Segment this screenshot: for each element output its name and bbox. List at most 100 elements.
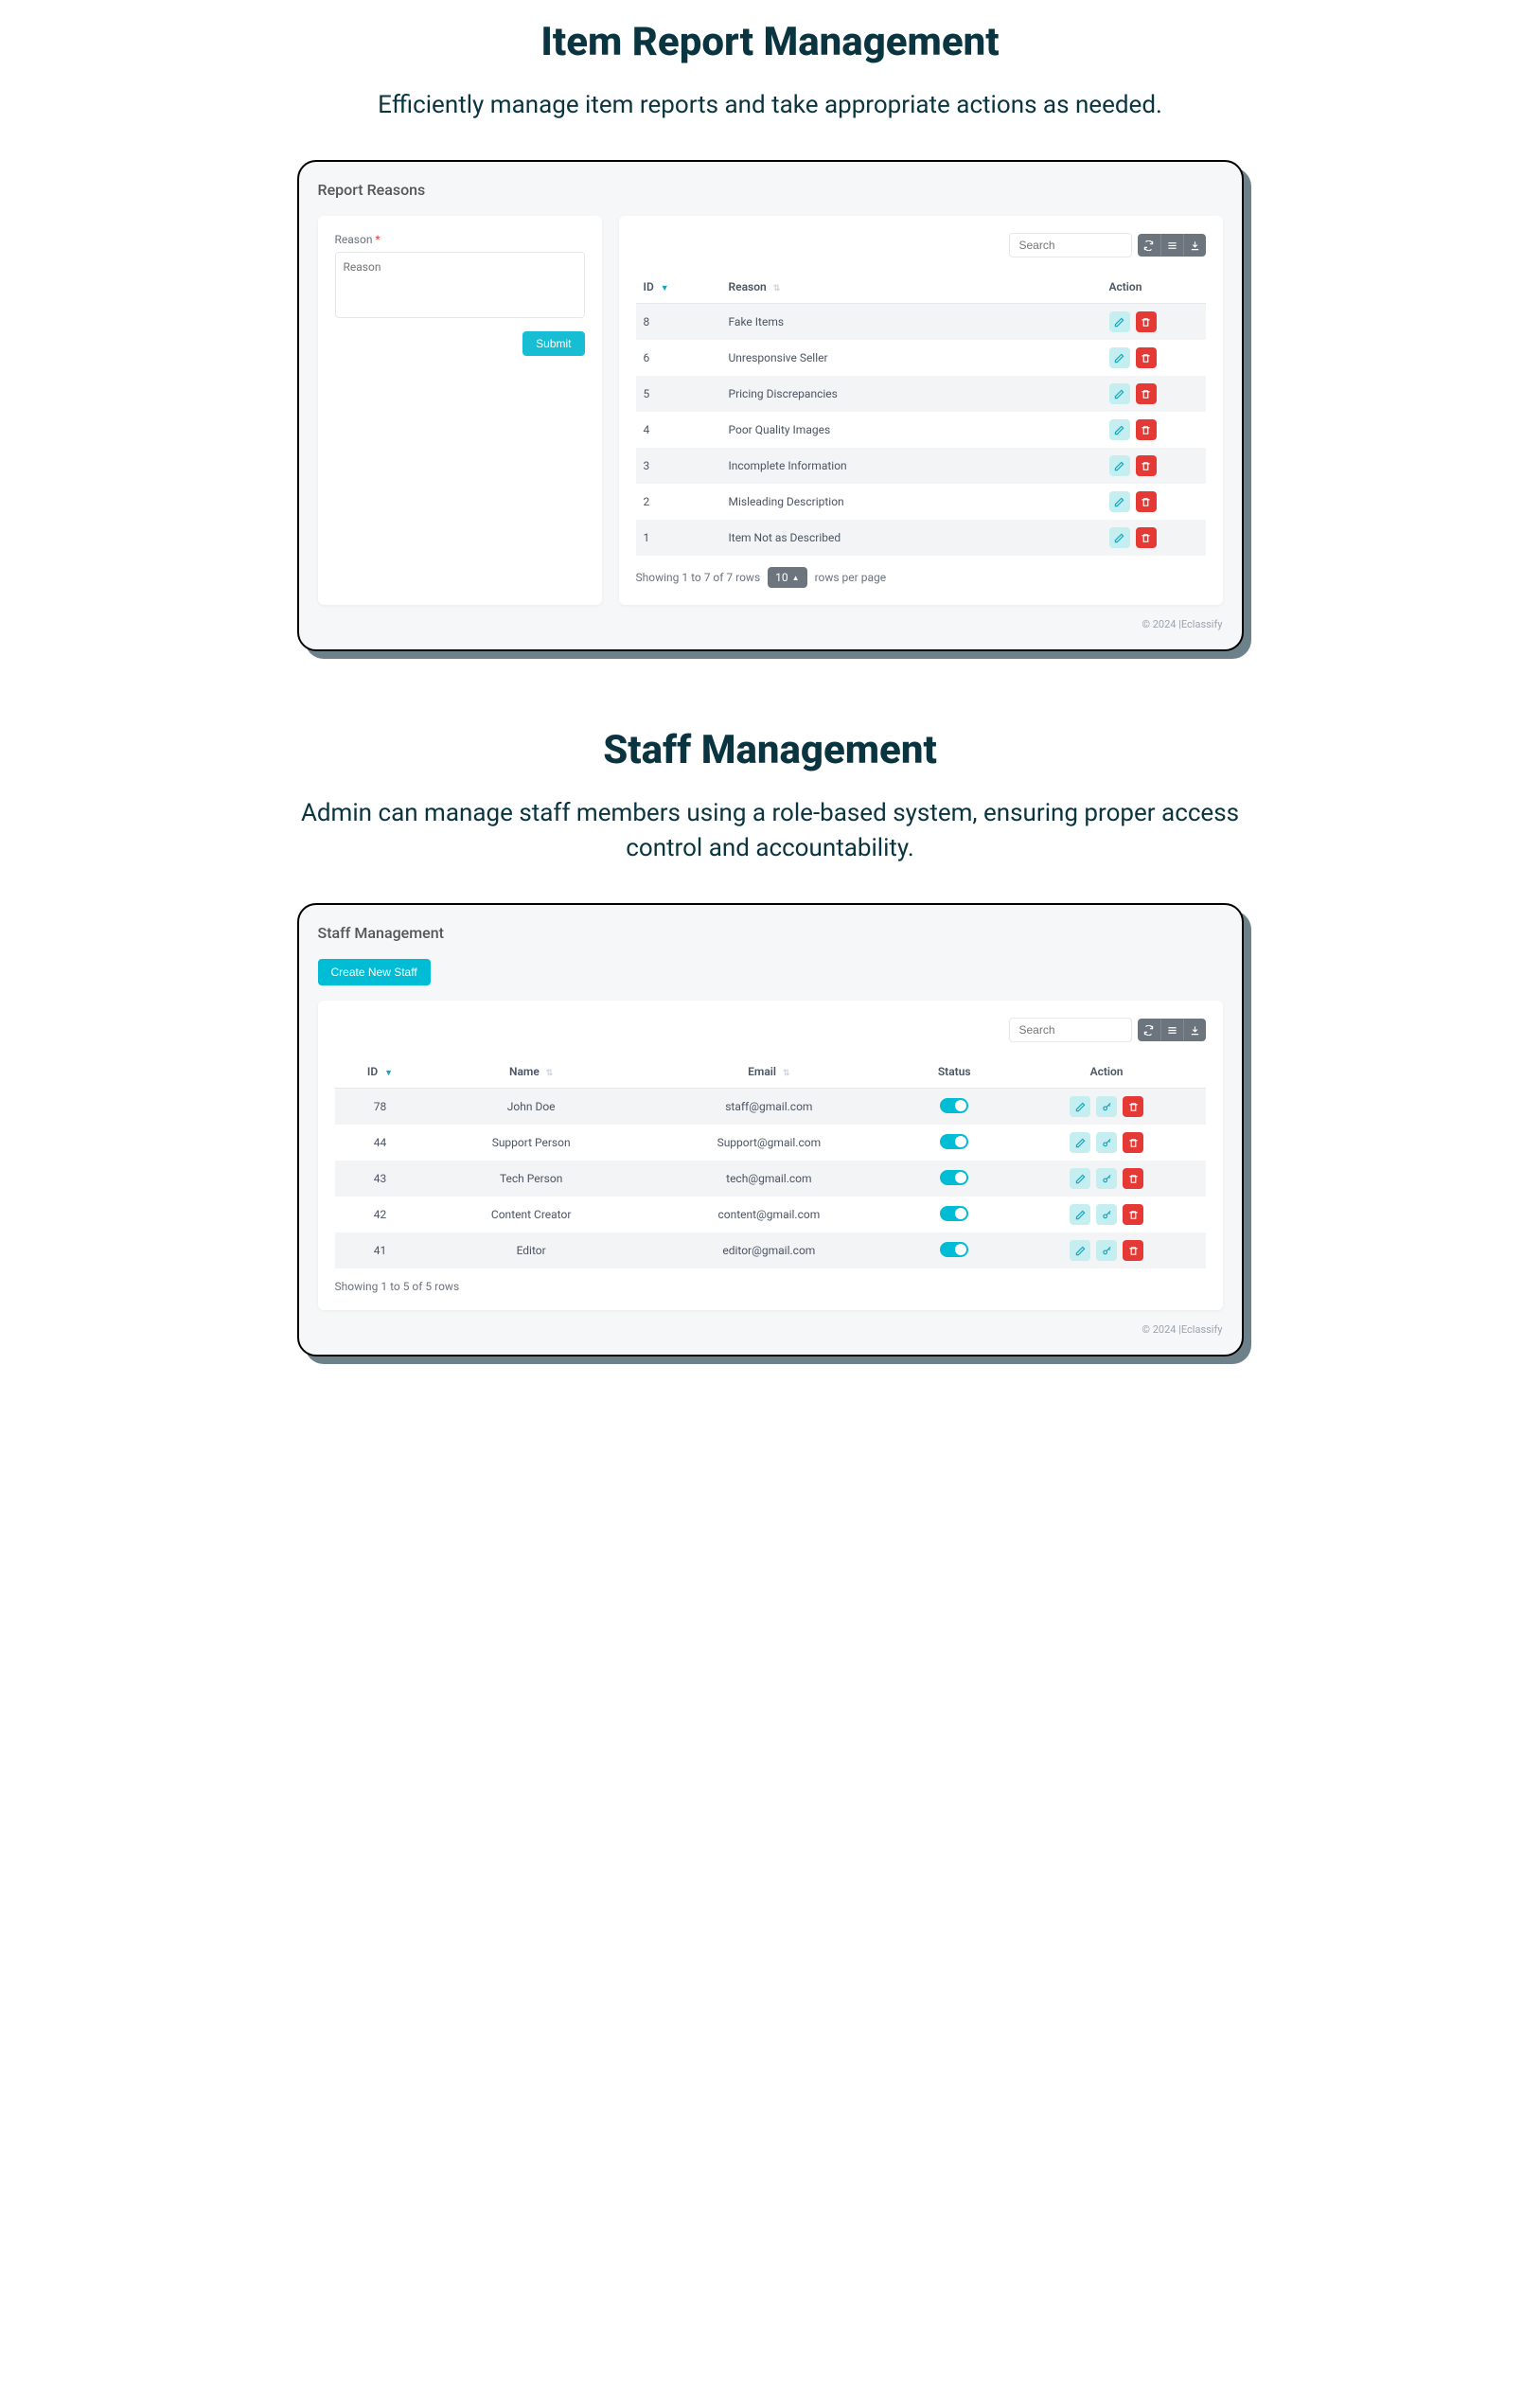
delete-icon[interactable] bbox=[1123, 1132, 1143, 1153]
key-icon[interactable] bbox=[1096, 1240, 1117, 1261]
delete-icon[interactable] bbox=[1123, 1204, 1143, 1225]
sort-icon: ⇅ bbox=[773, 284, 781, 293]
key-icon[interactable] bbox=[1096, 1168, 1117, 1189]
edit-icon[interactable] bbox=[1070, 1096, 1090, 1117]
sort-icon: ⇅ bbox=[546, 1069, 554, 1078]
table-row: 44 Support Person Support@gmail.com bbox=[335, 1125, 1206, 1161]
col-id[interactable]: ID ▼ bbox=[335, 1055, 426, 1089]
edit-icon[interactable] bbox=[1109, 419, 1130, 440]
section2-subtitle: Admin can manage staff members using a r… bbox=[297, 796, 1244, 865]
columns-icon[interactable] bbox=[1160, 1019, 1183, 1041]
reason-input[interactable] bbox=[335, 252, 585, 318]
columns-icon[interactable] bbox=[1160, 234, 1183, 257]
cell-id: 3 bbox=[636, 448, 721, 484]
edit-icon[interactable] bbox=[1070, 1168, 1090, 1189]
edit-icon[interactable] bbox=[1070, 1204, 1090, 1225]
col-id-text: ID bbox=[367, 1065, 378, 1078]
status-toggle[interactable] bbox=[940, 1170, 968, 1185]
cell-id: 43 bbox=[335, 1161, 426, 1197]
delete-icon[interactable] bbox=[1136, 491, 1157, 512]
status-toggle[interactable] bbox=[940, 1206, 968, 1221]
cell-id: 6 bbox=[636, 340, 721, 376]
cell-id: 4 bbox=[636, 412, 721, 448]
copyright: © 2024 |Eclassify bbox=[318, 1323, 1223, 1336]
edit-icon[interactable] bbox=[1109, 527, 1130, 548]
table-row: 1 Item Not as Described bbox=[636, 520, 1206, 556]
status-toggle[interactable] bbox=[940, 1098, 968, 1113]
cell-name: Content Creator bbox=[425, 1197, 636, 1232]
delete-icon[interactable] bbox=[1136, 347, 1157, 368]
page-size-select[interactable]: 10 ▲ bbox=[768, 567, 806, 588]
cell-id: 41 bbox=[335, 1232, 426, 1268]
edit-icon[interactable] bbox=[1109, 347, 1130, 368]
table-row: 42 Content Creator content@gmail.com bbox=[335, 1197, 1206, 1232]
section1-subtitle: Efficiently manage item reports and take… bbox=[297, 88, 1244, 122]
table-row: 43 Tech Person tech@gmail.com bbox=[335, 1161, 1206, 1197]
staff-search-input[interactable] bbox=[1009, 1018, 1132, 1042]
reason-label: Reason * bbox=[335, 233, 585, 246]
table-row: 6 Unresponsive Seller bbox=[636, 340, 1206, 376]
search-input[interactable] bbox=[1009, 233, 1132, 257]
edit-icon[interactable] bbox=[1109, 383, 1130, 404]
table-row: 2 Misleading Description bbox=[636, 484, 1206, 520]
table-row: 78 John Doe staff@gmail.com bbox=[335, 1089, 1206, 1126]
col-id-text: ID bbox=[644, 280, 654, 293]
staff-panel: Staff Management Create New Staff bbox=[297, 903, 1244, 1357]
refresh-icon[interactable] bbox=[1138, 234, 1160, 257]
key-icon[interactable] bbox=[1096, 1096, 1117, 1117]
cell-id: 2 bbox=[636, 484, 721, 520]
staff-pager-showing: Showing 1 to 5 of 5 rows bbox=[335, 1280, 460, 1293]
delete-icon[interactable] bbox=[1136, 383, 1157, 404]
status-toggle[interactable] bbox=[940, 1242, 968, 1257]
cell-reason: Unresponsive Seller bbox=[721, 340, 1102, 376]
delete-icon[interactable] bbox=[1136, 419, 1157, 440]
col-reason[interactable]: Reason ⇅ bbox=[721, 271, 1102, 304]
table-row: 8 Fake Items bbox=[636, 304, 1206, 341]
edit-icon[interactable] bbox=[1070, 1240, 1090, 1261]
cell-reason: Fake Items bbox=[721, 304, 1102, 341]
col-id[interactable]: ID ▼ bbox=[636, 271, 721, 304]
cell-name: Editor bbox=[425, 1232, 636, 1268]
delete-icon[interactable] bbox=[1123, 1168, 1143, 1189]
cell-reason: Pricing Discrepancies bbox=[721, 376, 1102, 412]
status-toggle[interactable] bbox=[940, 1134, 968, 1149]
cell-email: staff@gmail.com bbox=[637, 1089, 901, 1126]
cell-id: 44 bbox=[335, 1125, 426, 1161]
staff-table-card: ID ▼ Name ⇅ Email ⇅ Status Action bbox=[318, 1001, 1223, 1310]
delete-icon[interactable] bbox=[1123, 1096, 1143, 1117]
create-staff-button[interactable]: Create New Staff bbox=[318, 959, 431, 985]
col-name[interactable]: Name ⇅ bbox=[425, 1055, 636, 1089]
pager-showing: Showing 1 to 7 of 7 rows bbox=[636, 571, 761, 584]
col-reason-text: Reason bbox=[729, 280, 767, 293]
delete-icon[interactable] bbox=[1136, 527, 1157, 548]
reason-label-text: Reason bbox=[335, 233, 373, 246]
delete-icon[interactable] bbox=[1123, 1240, 1143, 1261]
sort-icon: ⇅ bbox=[783, 1069, 790, 1078]
download-icon[interactable] bbox=[1183, 234, 1206, 257]
download-icon[interactable] bbox=[1183, 1019, 1206, 1041]
staff-table: ID ▼ Name ⇅ Email ⇅ Status Action bbox=[335, 1055, 1206, 1268]
cell-name: Tech Person bbox=[425, 1161, 636, 1197]
refresh-icon[interactable] bbox=[1138, 1019, 1160, 1041]
edit-icon[interactable] bbox=[1109, 491, 1130, 512]
cell-id: 1 bbox=[636, 520, 721, 556]
submit-button[interactable]: Submit bbox=[522, 331, 584, 356]
section1-title: Item Report Management bbox=[297, 19, 1244, 65]
col-email[interactable]: Email ⇅ bbox=[637, 1055, 901, 1089]
cell-id: 42 bbox=[335, 1197, 426, 1232]
col-name-text: Name bbox=[509, 1065, 540, 1078]
edit-icon[interactable] bbox=[1109, 311, 1130, 332]
table-row: 3 Incomplete Information bbox=[636, 448, 1206, 484]
delete-icon[interactable] bbox=[1136, 455, 1157, 476]
cell-reason: Misleading Description bbox=[721, 484, 1102, 520]
caret-up-icon: ▲ bbox=[792, 574, 800, 582]
cell-reason: Incomplete Information bbox=[721, 448, 1102, 484]
key-icon[interactable] bbox=[1096, 1204, 1117, 1225]
delete-icon[interactable] bbox=[1136, 311, 1157, 332]
cell-email: editor@gmail.com bbox=[637, 1232, 901, 1268]
edit-icon[interactable] bbox=[1109, 455, 1130, 476]
table-row: 41 Editor editor@gmail.com bbox=[335, 1232, 1206, 1268]
sort-desc-icon: ▼ bbox=[661, 283, 669, 293]
edit-icon[interactable] bbox=[1070, 1132, 1090, 1153]
key-icon[interactable] bbox=[1096, 1132, 1117, 1153]
